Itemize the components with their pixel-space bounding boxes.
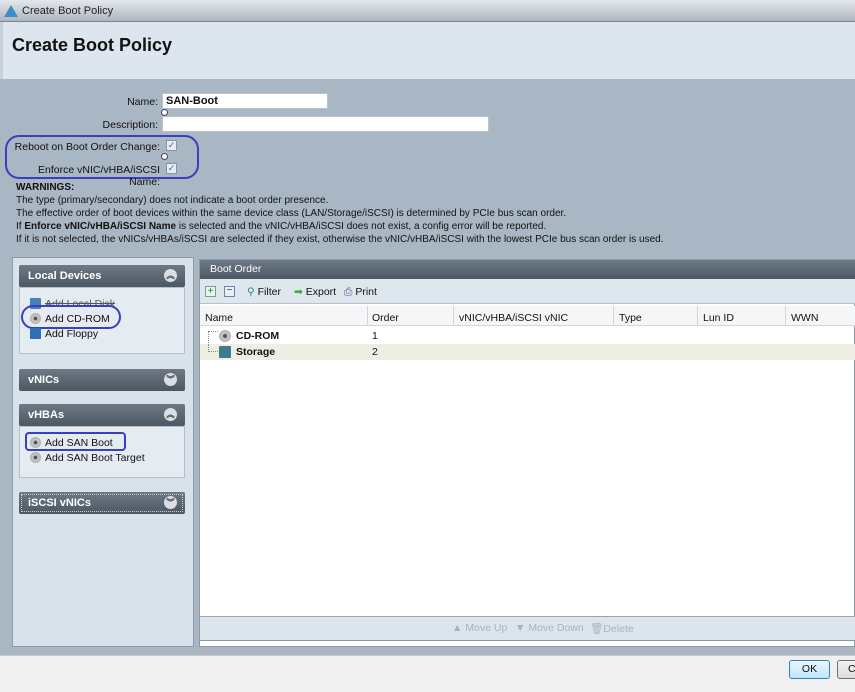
label: Export xyxy=(305,286,337,298)
row-order: 2 xyxy=(372,346,378,358)
label: Move Down xyxy=(528,622,584,634)
boot-order-header: Boot Order xyxy=(200,260,855,279)
arrow-right-icon: ➡ xyxy=(294,286,303,298)
print-button[interactable]: ⎙ Print xyxy=(344,286,377,299)
export-button[interactable]: ➡ Export xyxy=(294,286,336,298)
delete-button[interactable]: 🗑Delete xyxy=(590,622,634,635)
san-icon xyxy=(30,452,41,463)
item-label: Add Floppy xyxy=(45,328,99,340)
collapse-icon[interactable]: − xyxy=(224,286,235,297)
move-up-button[interactable]: ▲ Move Up xyxy=(452,622,507,634)
floppy-icon xyxy=(30,328,41,339)
warnings-title: WARNINGS: xyxy=(16,182,75,193)
warning-line: If it is not selected, the vNICs/vHBAs/i… xyxy=(16,234,664,245)
ok-button[interactable]: OK xyxy=(789,660,830,679)
section-vnics[interactable]: vNICs ︾ xyxy=(19,369,185,391)
row-order: 1 xyxy=(372,330,378,342)
expand-icon[interactable]: + xyxy=(205,286,216,297)
table-row[interactable]: Storage 2 xyxy=(200,344,855,360)
page-title: Create Boot Policy xyxy=(12,35,173,55)
text: Enforce vNIC/vHBA/iSCSI Name xyxy=(24,221,177,232)
enforce-checkbox[interactable]: ✓ xyxy=(166,163,177,174)
chevron-down-icon[interactable]: ︾ xyxy=(164,496,177,509)
info-icon xyxy=(161,109,168,116)
label: Print xyxy=(355,286,377,298)
section-iscsi-vnics[interactable]: iSCSI vNICs ︾ xyxy=(19,492,185,514)
section-title: vNICs xyxy=(28,374,60,386)
section-title: vHBAs xyxy=(28,409,65,421)
reboot-label: Reboot on Boot Order Change: xyxy=(14,141,160,153)
chevron-down-icon[interactable]: ︾ xyxy=(164,373,177,386)
text: is selected and the vNIC/vHBA/iSCSI does… xyxy=(176,221,547,232)
column-header[interactable]: Lun ID xyxy=(703,312,734,324)
cancel-button[interactable]: Cancel xyxy=(837,660,855,679)
move-down-button[interactable]: ▼ Move Down xyxy=(515,622,584,634)
name-label: Name: xyxy=(127,96,158,108)
add-floppy[interactable]: Add Floppy xyxy=(30,328,98,340)
warning-line: If Enforce vNIC/vHBA/iSCSI Name is selec… xyxy=(16,221,546,232)
column-header[interactable]: Order xyxy=(372,312,399,324)
filter-icon: ⚲ xyxy=(247,286,255,298)
cd-icon xyxy=(219,330,231,342)
column-header[interactable]: WWN xyxy=(791,312,818,324)
warning-line: The type (primary/secondary) does not in… xyxy=(16,195,329,206)
description-input[interactable] xyxy=(162,116,489,132)
row-name: Storage xyxy=(236,346,276,358)
printer-icon: ⎙ xyxy=(344,286,353,298)
dialog-footer xyxy=(0,655,855,692)
row-name: CD-ROM xyxy=(236,330,280,342)
chevron-up-icon[interactable]: ︽ xyxy=(164,269,177,282)
warning-line: The effective order of boot devices with… xyxy=(16,208,567,219)
window-titlebar: Create Boot Policy xyxy=(0,0,855,22)
chevron-up-icon[interactable]: ︽ xyxy=(164,408,177,421)
storage-icon xyxy=(219,346,231,358)
window-title: Create Boot Policy xyxy=(22,5,114,17)
label: Delete xyxy=(603,623,634,635)
section-title: iSCSI vNICs xyxy=(28,497,91,509)
highlight-annotation xyxy=(21,305,121,329)
column-header[interactable]: vNIC/vHBA/iSCSI vNIC xyxy=(459,312,568,324)
column-header[interactable]: Type xyxy=(619,312,642,324)
item-label: Add SAN Boot Target xyxy=(45,452,145,464)
section-local-devices[interactable]: Local Devices ︽ xyxy=(19,265,185,287)
dialog-header: Create Boot Policy xyxy=(0,22,855,79)
label: Filter xyxy=(257,286,281,298)
table-row[interactable]: CD-ROM 1 xyxy=(200,328,855,349)
label: Move Up xyxy=(465,622,508,634)
reboot-checkbox[interactable]: ✓ xyxy=(166,140,177,151)
column-header[interactable]: Name xyxy=(205,312,233,324)
section-vhbas[interactable]: vHBAs ︽ xyxy=(19,404,185,426)
trash-icon: 🗑 xyxy=(590,623,604,635)
filter-button[interactable]: ⚲ Filter xyxy=(247,286,281,298)
section-title: Local Devices xyxy=(28,270,102,282)
info-icon xyxy=(161,153,168,160)
description-label: Description: xyxy=(102,119,158,131)
highlight-annotation xyxy=(25,432,126,451)
name-input[interactable]: SAN-Boot xyxy=(162,93,328,109)
app-icon xyxy=(4,5,18,17)
add-san-boot-target[interactable]: Add SAN Boot Target xyxy=(30,452,145,464)
